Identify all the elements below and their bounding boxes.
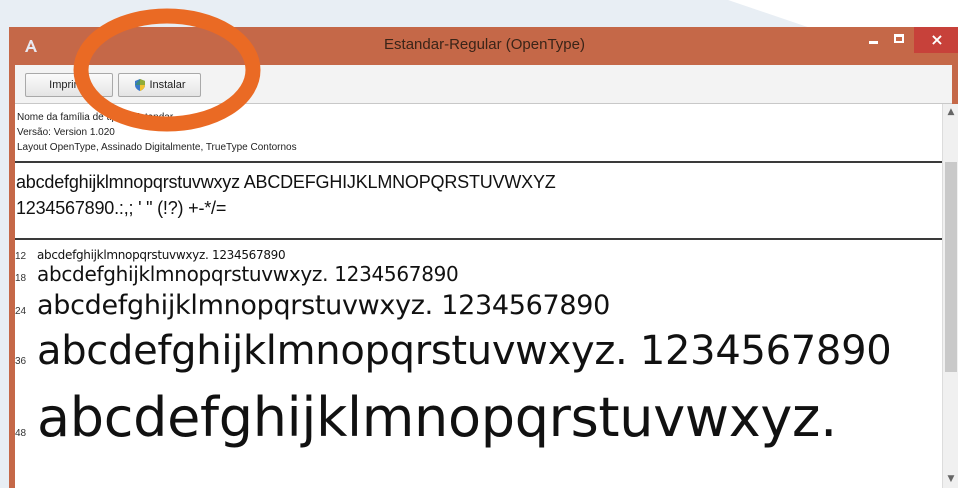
- maximize-button[interactable]: [886, 27, 914, 53]
- size-label: 36: [15, 356, 27, 367]
- sample-text: abcdefghijklmnopqrstuvwxyz. 1234567890: [37, 290, 610, 321]
- sample-text: abcdefghijklmnopqrstuvwxyz. 1234567890: [37, 328, 892, 374]
- scroll-up-icon[interactable]: ▲: [943, 104, 958, 121]
- size-sample-row: 12 abcdefghijklmnopqrstuvwxyz. 1234567890: [15, 244, 286, 263]
- install-button-label: Instalar: [149, 79, 186, 91]
- sample-text: abcdefghijklmnopqrstuvwxyz. 1234567890: [37, 262, 459, 286]
- install-button[interactable]: Instalar: [118, 73, 201, 97]
- charset-letters: abcdefghijklmnopqrstuvwxyz ABCDEFGHIJKLM…: [16, 172, 556, 192]
- size-label: 48: [15, 428, 27, 439]
- sample-text: abcdefghijklmnopqrstuvwxyz. 1234567890: [37, 248, 286, 262]
- size-label: 12: [15, 251, 27, 262]
- window-title: Estandar-Regular (OpenType): [384, 36, 585, 53]
- print-button[interactable]: Imprimir: [25, 73, 113, 97]
- size-sample-row: 48 abcdefghijklmnopqrstuvwxyz.: [15, 386, 837, 449]
- font-preview-window: Estandar-Regular (OpenType) × Imprimir I…: [9, 27, 958, 488]
- size-sample-row: 24 abcdefghijklmnopqrstuvwxyz. 1234567890: [15, 290, 610, 321]
- size-sample-row: 36 abcdefghijklmnopqrstuvwxyz. 1234567890: [15, 328, 892, 374]
- font-info: Nome da família de tipos: Estandar Versã…: [17, 110, 297, 155]
- size-sample-row: 18 abcdefghijklmnopqrstuvwxyz. 1234567890: [15, 262, 459, 286]
- title-bar[interactable]: Estandar-Regular (OpenType) ×: [9, 27, 958, 65]
- font-preview-area: Nome da família de tipos: Estandar Versã…: [15, 104, 952, 488]
- font-layout-info: Layout OpenType, Assinado Digitalmente, …: [17, 142, 297, 153]
- divider: [15, 161, 943, 163]
- size-label: 18: [15, 273, 27, 284]
- vertical-scrollbar[interactable]: ▲ ▼: [942, 104, 958, 488]
- font-family-name: Nome da família de tipos: Estandar: [17, 112, 174, 123]
- divider: [15, 238, 943, 240]
- scroll-down-icon[interactable]: ▼: [943, 471, 958, 488]
- shield-icon: [135, 79, 146, 91]
- toolbar: Imprimir Instalar: [15, 65, 952, 104]
- size-label: 24: [15, 306, 27, 317]
- close-button[interactable]: ×: [914, 27, 958, 53]
- character-set: abcdefghijklmnopqrstuvwxyz ABCDEFGHIJKLM…: [16, 169, 556, 221]
- font-version: Versão: Version 1.020: [17, 127, 115, 138]
- scroll-thumb[interactable]: [945, 162, 957, 372]
- print-button-label: Imprimir: [49, 79, 89, 91]
- sample-text: abcdefghijklmnopqrstuvwxyz.: [37, 386, 837, 449]
- charset-digits: 1234567890.:,; ' " (!?) +-*/=: [16, 198, 227, 218]
- minimize-button[interactable]: [860, 27, 886, 53]
- close-icon: ×: [930, 30, 944, 49]
